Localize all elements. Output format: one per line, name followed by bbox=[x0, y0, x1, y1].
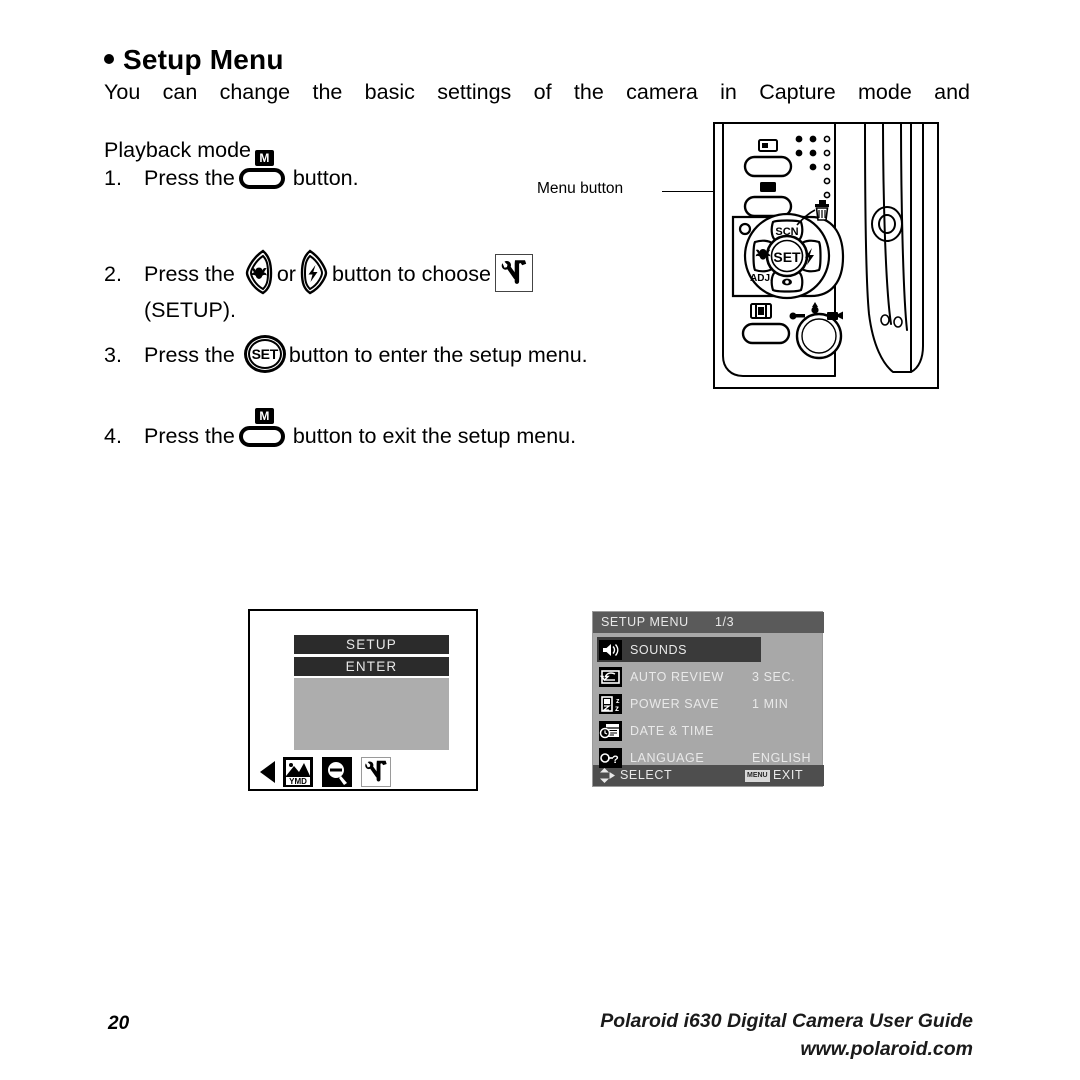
menu-row-label: SOUNDS bbox=[630, 642, 688, 657]
left-triangle-cursor-icon bbox=[260, 761, 275, 783]
menu-row-date-time[interactable]: DATE & TIME bbox=[593, 717, 824, 744]
set-button-icon: SET bbox=[243, 335, 286, 373]
svg-text:ADJ.: ADJ. bbox=[750, 273, 773, 284]
manual-page: Setup Menu You can change the basic sett… bbox=[0, 0, 1080, 1080]
step-1-text-after: button. bbox=[292, 166, 359, 190]
lcd-left-empty-pane bbox=[294, 678, 449, 750]
lcd-left-setup-bar: SETUP bbox=[294, 635, 449, 654]
lcd-right-row-list: SOUNDS AUTO REVIEW 3 SEC. z z POWER SAVE… bbox=[593, 636, 824, 771]
menu-row-label: DATE & TIME bbox=[630, 723, 714, 738]
menu-row-value: 3 SEC. bbox=[752, 669, 796, 684]
page-title-text: Setup Menu bbox=[123, 44, 284, 75]
speaker-sounds-icon bbox=[599, 639, 622, 660]
date-stamp-ymd-icon: YMD bbox=[283, 757, 313, 787]
menu-pill-shape bbox=[238, 426, 285, 447]
set-button-label: SET bbox=[251, 346, 279, 362]
footer-website: www.polaroid.com bbox=[800, 1038, 973, 1060]
menu-row-auto-review[interactable]: AUTO REVIEW 3 SEC. bbox=[593, 663, 824, 690]
step-3-number: 3. bbox=[104, 343, 122, 367]
menu-row-value: 1 MIN bbox=[752, 696, 789, 711]
footer-guide-title: Polaroid i630 Digital Camera User Guide bbox=[600, 1010, 973, 1032]
svg-text:SET: SET bbox=[773, 249, 801, 265]
svg-text:SCN: SCN bbox=[775, 226, 798, 238]
step-2-number: 2. bbox=[104, 262, 122, 286]
lcd-right-select-label: SELECT bbox=[620, 768, 673, 782]
step-1-text-before: Press the bbox=[144, 166, 235, 190]
menu-row-label: AUTO REVIEW bbox=[630, 669, 724, 684]
menu-m-cap-label: M bbox=[254, 150, 274, 166]
menu-row-value: ENGLISH bbox=[752, 750, 812, 765]
step-2: 2. Press the or button to choose (SETUP)… bbox=[104, 249, 537, 325]
menu-pill-shape bbox=[238, 168, 285, 189]
lcd-right-footbar: SELECT MENU EXIT bbox=[593, 765, 824, 786]
page-number: 20 bbox=[108, 1013, 130, 1034]
menu-row-label: LANGUAGE bbox=[630, 750, 705, 765]
page-title: Setup Menu bbox=[104, 44, 284, 76]
menu-row-power-save[interactable]: z z POWER SAVE 1 MIN bbox=[593, 690, 824, 717]
step-2-text-middle: or bbox=[276, 262, 296, 286]
setup-wrench-hammer-icon[interactable] bbox=[361, 757, 391, 787]
step-4-number: 4. bbox=[104, 424, 122, 448]
svg-text:z: z bbox=[615, 704, 620, 713]
step-3-text-after: button to enter the setup menu. bbox=[288, 343, 588, 367]
zoom-out-magnifier-icon bbox=[322, 757, 352, 787]
step-4-text-after: button to exit the setup menu. bbox=[292, 424, 577, 448]
lcd-setup-menu-screen: SETUP MENU 1/3 SOUNDS AUTO REVIEW 3 SEC.… bbox=[592, 611, 824, 787]
flash-right-arrow-button-icon bbox=[298, 249, 330, 295]
step-4-text-before: Press the bbox=[144, 424, 235, 448]
lcd-right-exit-label: EXIT bbox=[773, 768, 804, 782]
up-down-right-arrows-icon bbox=[599, 768, 615, 783]
lcd-left-icon-row: YMD bbox=[258, 756, 400, 788]
step-1-number: 1. bbox=[104, 166, 122, 190]
camera-back-diagram: SET SCN ADJ. bbox=[713, 122, 939, 389]
step-3: 3. Press the SET button to enter the setup… bbox=[104, 335, 588, 373]
step-2-text-after: button to choose bbox=[331, 262, 491, 286]
menu-row-label: POWER SAVE bbox=[630, 696, 720, 711]
menu-badge-icon: MENU bbox=[745, 770, 770, 782]
svg-text:YMD: YMD bbox=[289, 777, 307, 786]
step-2-text-before: Press the bbox=[144, 262, 235, 286]
lcd-right-title: SETUP MENU bbox=[601, 615, 689, 629]
macro-left-arrow-button-icon bbox=[243, 249, 275, 295]
lcd-right-page-indicator: 1/3 bbox=[715, 615, 735, 629]
date-time-icon bbox=[599, 720, 622, 741]
lcd-right-titlebar: SETUP MENU 1/3 bbox=[593, 612, 824, 633]
power-save-icon: z z bbox=[599, 693, 622, 714]
menu-m-cap-label: M bbox=[254, 408, 274, 424]
setup-wrench-hammer-icon bbox=[494, 254, 533, 292]
language-icon: ? bbox=[599, 747, 622, 768]
menu-m-button-icon: M bbox=[238, 150, 289, 190]
step-1: 1. Press the Mbutton. bbox=[104, 150, 359, 193]
step-2-text-tail: (SETUP). bbox=[144, 298, 236, 322]
auto-review-icon bbox=[599, 666, 622, 687]
menu-row-sounds[interactable]: SOUNDS bbox=[593, 636, 824, 663]
svg-text:?: ? bbox=[612, 754, 619, 766]
lcd-left-enter-bar: ENTER bbox=[294, 657, 449, 676]
footer-branding: Polaroid i630 Digital Camera User Guide … bbox=[600, 1007, 973, 1063]
lcd-left-inner: SETUP ENTER YMD bbox=[258, 621, 470, 787]
step-3-text-before: Press the bbox=[144, 343, 235, 367]
bullet-dot-icon bbox=[104, 53, 114, 64]
step-4: 4. Press the Mbutton to exit the setup men… bbox=[104, 408, 577, 451]
menu-button-callout-label: Menu button bbox=[537, 180, 624, 197]
menu-m-button-icon: M bbox=[238, 408, 289, 448]
lcd-setup-enter-screen: SETUP ENTER YMD bbox=[248, 609, 478, 791]
